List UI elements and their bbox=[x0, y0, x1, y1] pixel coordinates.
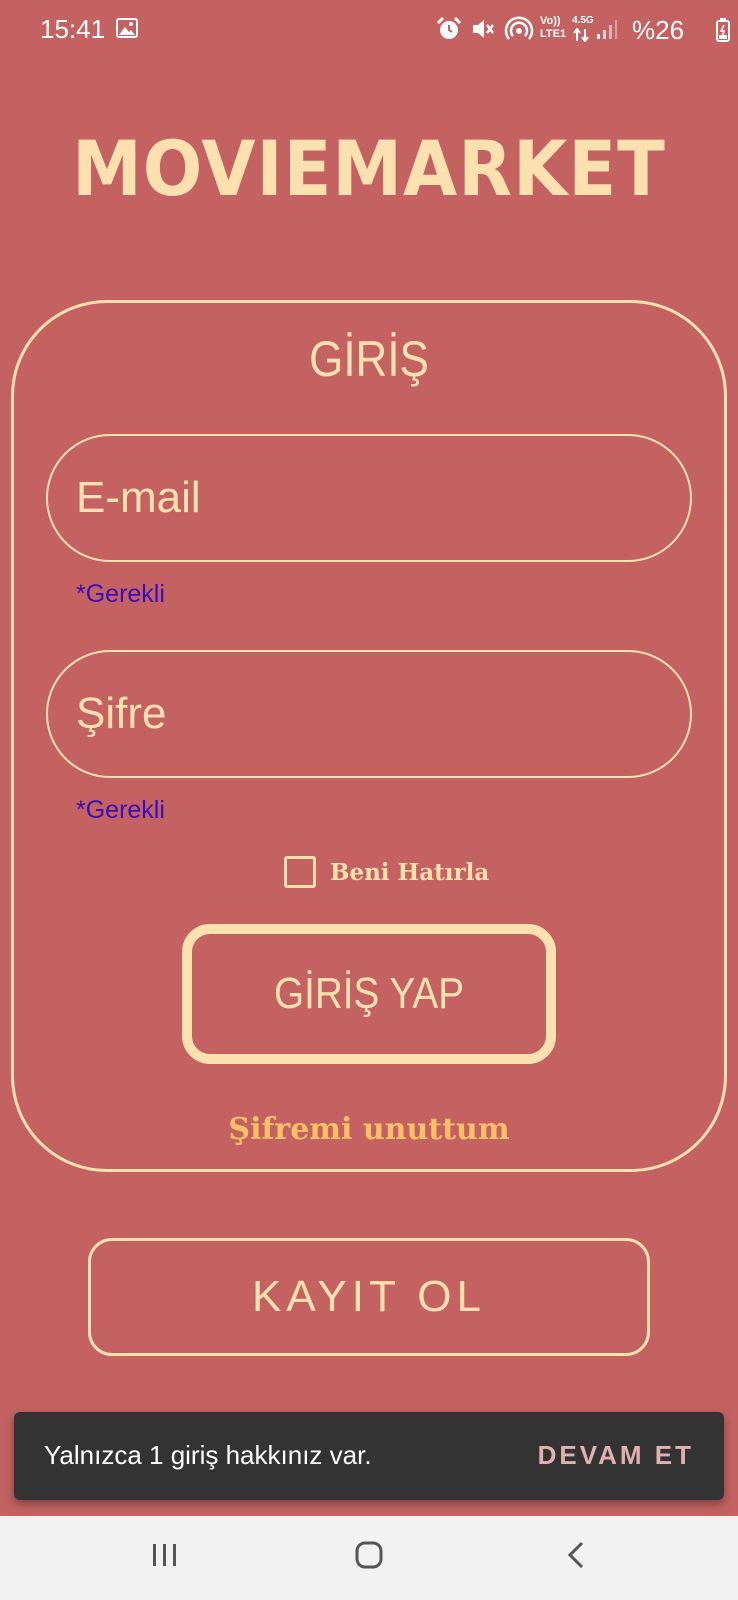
status-time: 15:41 bbox=[40, 14, 106, 44]
network-speed: 4.5G bbox=[572, 15, 594, 26]
snackbar-message: Yalnızca 1 giriş hakkınız var. bbox=[44, 1440, 372, 1470]
battery-level: %26 bbox=[632, 15, 685, 45]
email-required-note: *Gerekli bbox=[76, 580, 165, 608]
register-button[interactable]: KAYIT OL bbox=[88, 1238, 650, 1356]
alarm-icon bbox=[436, 16, 462, 39]
email-field[interactable] bbox=[48, 436, 690, 560]
snackbar: Yalnızca 1 giriş hakkınız var. DEVAM ET bbox=[14, 1412, 724, 1500]
status-icons: Vo)) LTE1 4.5G %26 bbox=[436, 15, 736, 45]
hotspot-icon bbox=[504, 16, 534, 40]
remember-me[interactable]: Beni Hatırla bbox=[284, 855, 489, 889]
volte-label: Vo)) bbox=[540, 15, 561, 27]
password-field-container bbox=[46, 650, 692, 778]
signal-icon bbox=[597, 20, 617, 39]
navigation-bar bbox=[0, 1516, 738, 1600]
login-button[interactable]: GİRİŞ YAP bbox=[182, 924, 556, 1064]
password-required-note: *Gerekli bbox=[76, 796, 165, 824]
login-title: GİRİŞ bbox=[309, 331, 429, 387]
password-field[interactable] bbox=[48, 652, 690, 776]
remember-label: Beni Hatırla bbox=[330, 858, 490, 886]
status-bar: 15:41 Vo)) LTE1 4.5G %26 bbox=[0, 0, 738, 60]
recent-apps-icon[interactable] bbox=[150, 1540, 180, 1570]
forgot-password-link[interactable]: Şifremi unuttum bbox=[0, 1112, 738, 1147]
home-icon[interactable] bbox=[354, 1540, 384, 1570]
data-arrows-icon bbox=[573, 28, 589, 42]
remember-checkbox[interactable] bbox=[284, 856, 316, 888]
login-button-label: GİRİŞ YAP bbox=[273, 969, 465, 1018]
snackbar-action-button[interactable]: DEVAM ET bbox=[538, 1440, 694, 1471]
lte-label: LTE1 bbox=[540, 28, 567, 40]
email-field-container bbox=[46, 434, 692, 562]
app-logo: MOVIEMARKET bbox=[72, 124, 666, 214]
register-button-label: KAYIT OL bbox=[251, 1272, 486, 1321]
mute-icon bbox=[473, 20, 494, 38]
back-icon[interactable] bbox=[562, 1540, 592, 1570]
gallery-icon bbox=[116, 18, 138, 38]
battery-icon bbox=[716, 18, 730, 42]
